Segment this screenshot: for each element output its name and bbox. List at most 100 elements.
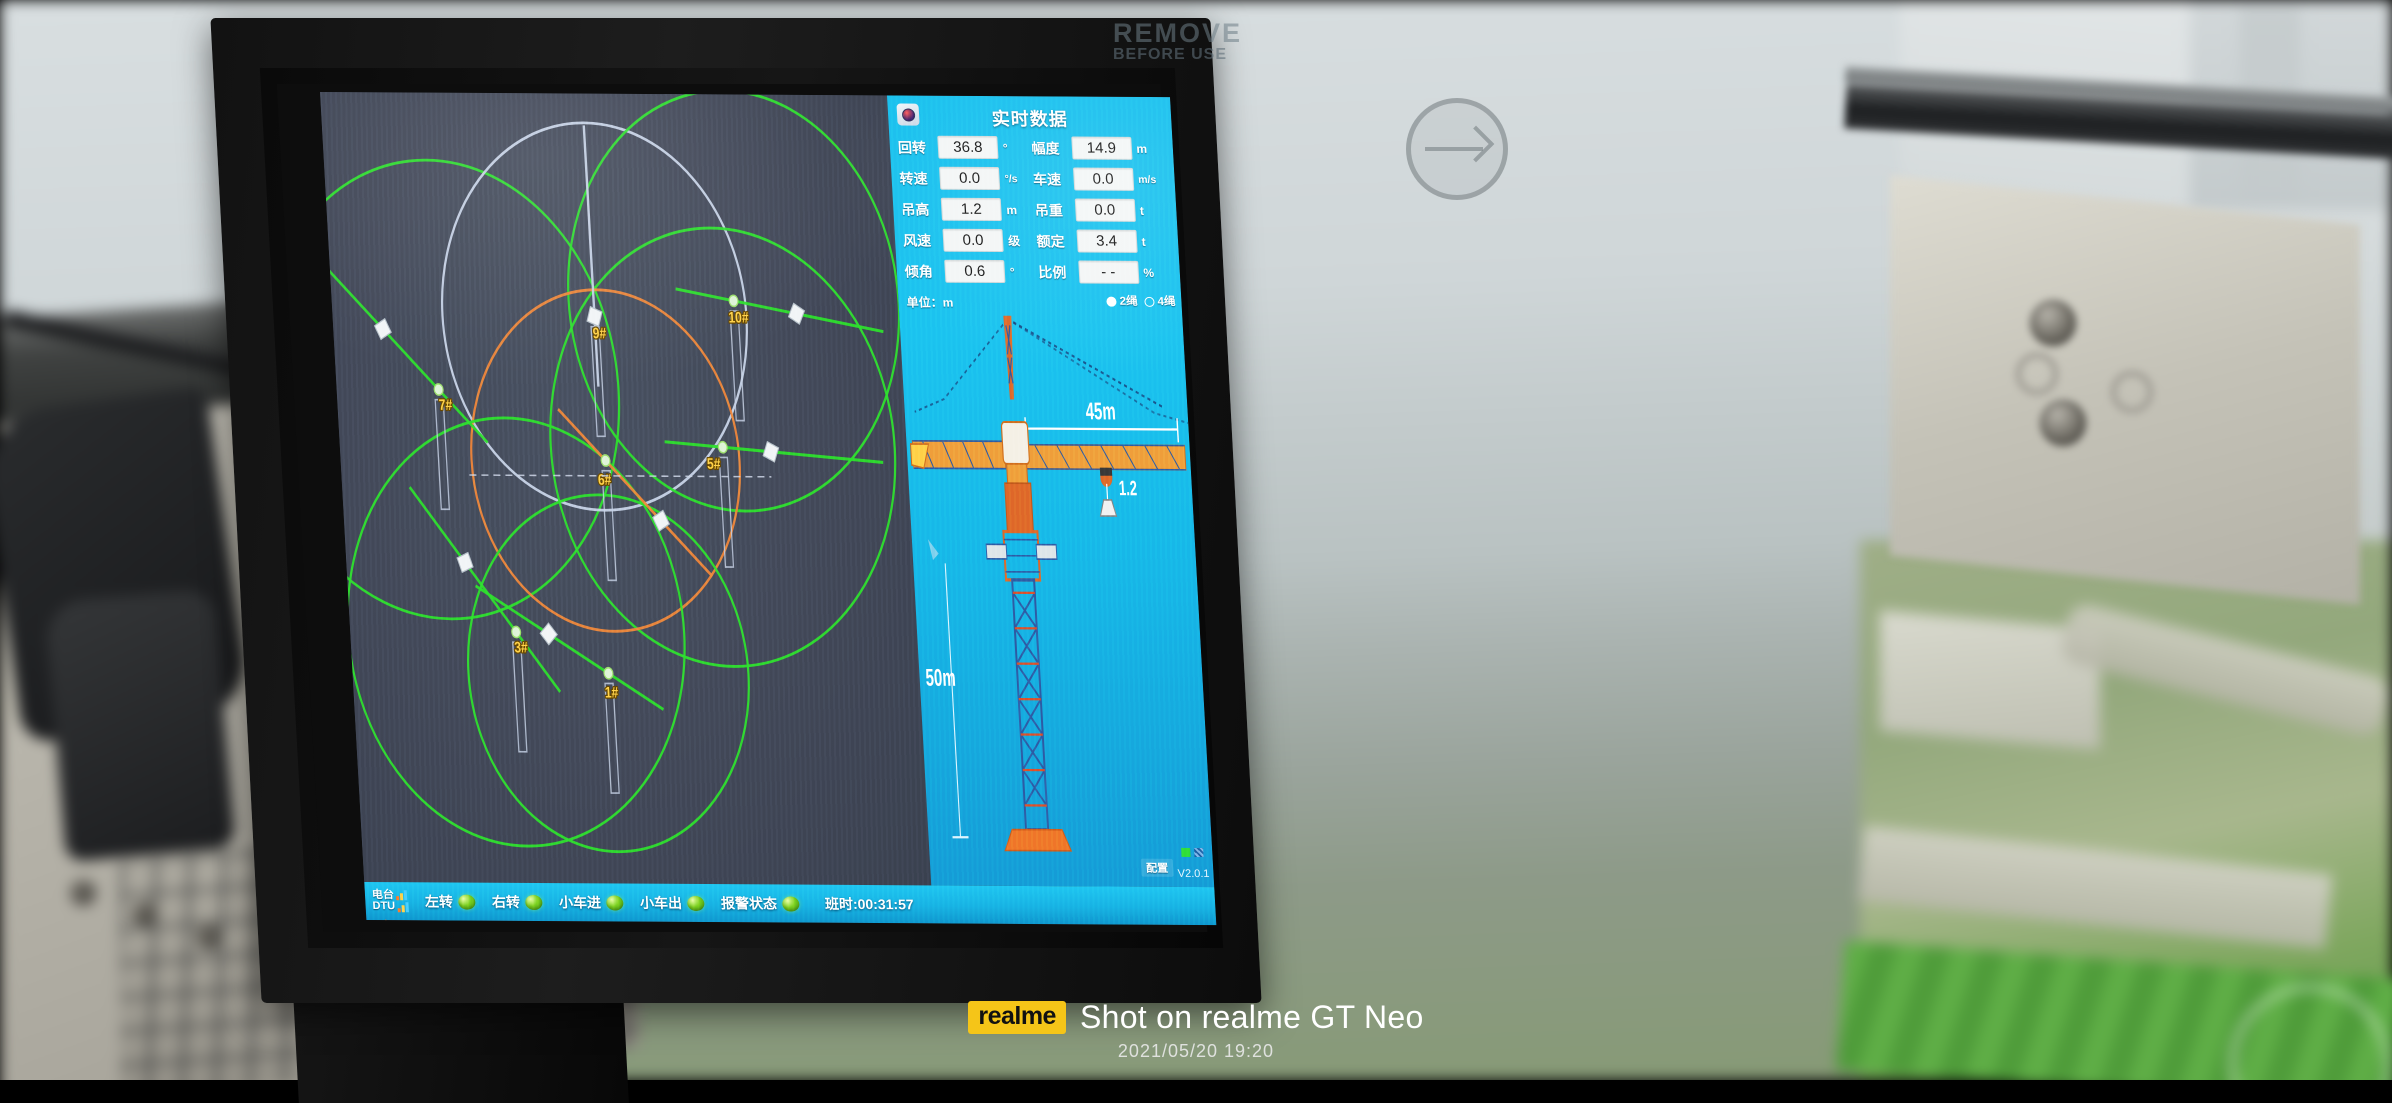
hook-height-label: 1.2 (1118, 476, 1137, 500)
field-unit: m (1006, 203, 1033, 217)
panel-title: 实时数据 (888, 104, 1172, 132)
data-field: 风速 0.0 级 (902, 228, 1037, 252)
status-trolley-in[interactable]: 小车进 (558, 892, 623, 912)
crane-hub (729, 295, 738, 306)
panel-hole (196, 924, 222, 950)
crane-jib (476, 586, 664, 710)
data-field: 倾角 0.6 ° (904, 259, 1039, 283)
data-rows: 回转 36.8 ° 幅度 14.9 m (889, 131, 1181, 288)
data-row: 吊高 1.2 m 吊重 0.0 t (900, 193, 1169, 226)
crane-mast-marker (513, 642, 527, 752)
status-slew-left-label: 左转 (424, 891, 453, 911)
washer (2015, 352, 2059, 396)
field-value[interactable]: 1.2 (941, 198, 1002, 221)
radar-svg: 7#9#10#5#6#3#1# (320, 92, 931, 885)
status-trolley-in-label: 小车进 (558, 892, 601, 912)
field-value[interactable]: 14.9 (1071, 136, 1132, 159)
crane-hub (604, 668, 613, 679)
crane-hub (718, 442, 727, 453)
field-unit: % (1143, 265, 1170, 279)
field-value[interactable]: 0.0 (1074, 198, 1135, 221)
crane-id-label: 9# (592, 325, 607, 342)
crane-mast-marker (719, 457, 733, 567)
data-field: 比例 - - % (1038, 260, 1173, 284)
field-unit: m (1136, 141, 1163, 155)
status-trolley-out-label: 小车出 (639, 893, 682, 913)
status-led-icon (605, 895, 623, 910)
anti-collision-plan-view[interactable]: 7#9#10#5#6#3#1# (320, 92, 931, 885)
screen-protector-tab-icon (1406, 98, 1508, 200)
crane-trolley (587, 307, 602, 327)
crane-id-label: 6# (597, 471, 612, 488)
data-field: 吊重 0.0 t (1034, 198, 1169, 222)
status-led-icon (457, 894, 475, 909)
field-label: 风速 (903, 230, 944, 250)
field-value[interactable]: 0.0 (942, 229, 1003, 252)
data-row: 风速 0.0 级 额定 3.4 t (902, 224, 1171, 257)
field-value[interactable]: 36.8 (937, 136, 998, 159)
field-label: 转速 (899, 168, 940, 188)
field-label: 幅度 (1031, 138, 1072, 158)
status-slew-left[interactable]: 左转 (424, 891, 475, 911)
field-label: 倾角 (904, 261, 945, 281)
realtime-data-panel: 实时数据 回转 36.8 ° 幅度 14.9 m (887, 95, 1214, 887)
field-unit: m/s (1138, 173, 1165, 185)
crane-id-label: 1# (604, 684, 619, 701)
data-field: 额定 3.4 t (1036, 229, 1171, 253)
jib-length-label: 45m (1085, 399, 1116, 426)
crane-jib (676, 289, 884, 332)
operator-seat (44, 588, 236, 862)
field-value[interactable]: 0.0 (939, 167, 1000, 190)
field-value[interactable]: - - (1078, 260, 1139, 283)
monitor-screen: 7#9#10#5#6#3#1# 实时数据 回转 36.8 ° (320, 92, 1216, 925)
status-led-icon (524, 894, 542, 909)
shift-time: 班时:00:31:57 (824, 894, 914, 915)
field-value[interactable]: 0.6 (944, 260, 1005, 283)
tower-height-label: 50m (925, 665, 956, 692)
status-led-icon (686, 895, 704, 910)
crane-hub (601, 455, 610, 466)
crane-mast-marker (730, 311, 744, 421)
data-row: 转速 0.0 °/s 车速 0.0 m/s (899, 162, 1168, 195)
field-unit: 级 (1008, 232, 1035, 249)
dtu-label: DTU (372, 901, 395, 912)
crane-trolley (540, 623, 557, 645)
crane-monitor: 7#9#10#5#6#3#1# 实时数据 回转 36.8 ° (236, 18, 1236, 1003)
crane-id-label: 7# (438, 397, 453, 414)
config-button[interactable]: 配置 (1141, 859, 1174, 877)
bolt (2040, 400, 2086, 446)
status-slew-right[interactable]: 右转 (491, 892, 542, 912)
field-label: 回转 (897, 137, 938, 157)
status-trolley-out[interactable]: 小车出 (639, 893, 704, 913)
status-led-icon (781, 896, 799, 911)
field-unit: °/s (1004, 173, 1031, 185)
monitor-stand (293, 993, 629, 1103)
field-value[interactable]: 0.0 (1072, 167, 1133, 190)
field-label: 额定 (1036, 231, 1077, 251)
status-slew-right-label: 右转 (491, 892, 520, 912)
version-label: V2.0.1 (1177, 868, 1209, 880)
washer (2110, 370, 2154, 414)
crane-hub (511, 626, 520, 637)
crane-diagram-svg: 45m (899, 305, 1214, 887)
crane-radius-circle (320, 159, 631, 620)
crane-jib (584, 125, 599, 386)
status-alarm-state-label: 报警状态 (720, 893, 777, 913)
signal-bars-icon (396, 891, 408, 901)
status-bar: 电台 DTU 左转 右转 小车进 (364, 882, 1216, 925)
data-field: 回转 36.8 ° (897, 135, 1032, 159)
field-value[interactable]: 3.4 (1076, 229, 1137, 252)
field-unit: t (1141, 234, 1168, 248)
field-label: 车速 (1033, 169, 1074, 189)
field-label: 吊高 (901, 199, 942, 219)
crane-trolley (763, 442, 778, 462)
data-field: 幅度 14.9 m (1031, 136, 1166, 160)
signal-bars-icon (397, 902, 409, 912)
status-alarm-state[interactable]: 报警状态 (720, 893, 799, 913)
field-unit: ° (1009, 265, 1036, 279)
bolt (2030, 300, 2076, 346)
field-label: 吊重 (1034, 200, 1075, 220)
status-square-blue (1194, 848, 1204, 857)
crane-mast-marker (435, 400, 449, 510)
radio-dtu-indicator[interactable]: 电台 DTU (372, 890, 409, 913)
